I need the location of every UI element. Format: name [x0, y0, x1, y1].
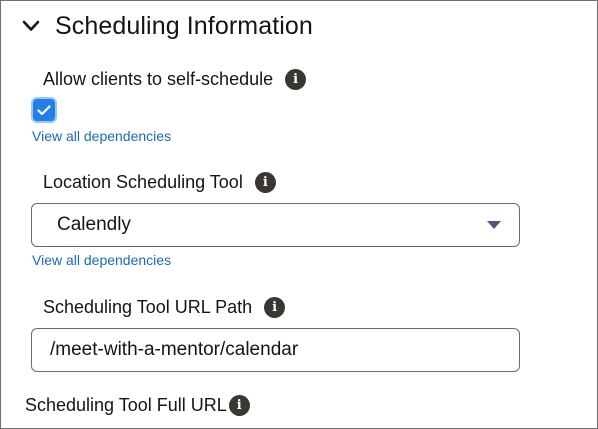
section-title: Scheduling Information: [55, 11, 313, 40]
full-url-label-row: Scheduling Tool Full URL i: [25, 393, 250, 417]
scheduling-tool-select[interactable]: Calendly: [31, 203, 520, 247]
scheduling-tool-label: Location Scheduling Tool: [43, 171, 243, 192]
self-schedule-label: Allow clients to self-schedule: [43, 68, 274, 89]
scheduling-tool-value: Calendly: [57, 214, 131, 235]
scheduling-tool-label-row: Location Scheduling Tool i: [43, 170, 276, 194]
scheduling-tool-dependencies-link[interactable]: View all dependencies: [32, 252, 171, 268]
info-icon[interactable]: i: [228, 394, 250, 416]
url-path-value: /meet-with-a-mentor/calendar: [50, 339, 299, 360]
chevron-down-icon[interactable]: [21, 16, 41, 36]
self-schedule-dependencies-link[interactable]: View all dependencies: [32, 128, 171, 144]
url-path-input[interactable]: /meet-with-a-mentor/calendar: [31, 328, 520, 372]
full-url-label: Scheduling Tool Full URL: [25, 394, 227, 415]
info-icon[interactable]: i: [264, 296, 286, 318]
section-toggle[interactable]: Scheduling Information: [21, 9, 313, 43]
info-icon[interactable]: i: [285, 68, 307, 90]
url-path-label-row: Scheduling Tool URL Path i: [43, 295, 286, 319]
scheduling-panel: Scheduling Information Allow clients to …: [0, 0, 598, 429]
self-schedule-label-row: Allow clients to self-schedule i: [43, 67, 307, 91]
checkmark-icon: [37, 104, 51, 115]
dropdown-arrow-icon[interactable]: [487, 221, 501, 229]
self-schedule-checkbox[interactable]: [33, 99, 55, 121]
url-path-label: Scheduling Tool URL Path: [43, 296, 253, 317]
info-icon[interactable]: i: [254, 171, 276, 193]
